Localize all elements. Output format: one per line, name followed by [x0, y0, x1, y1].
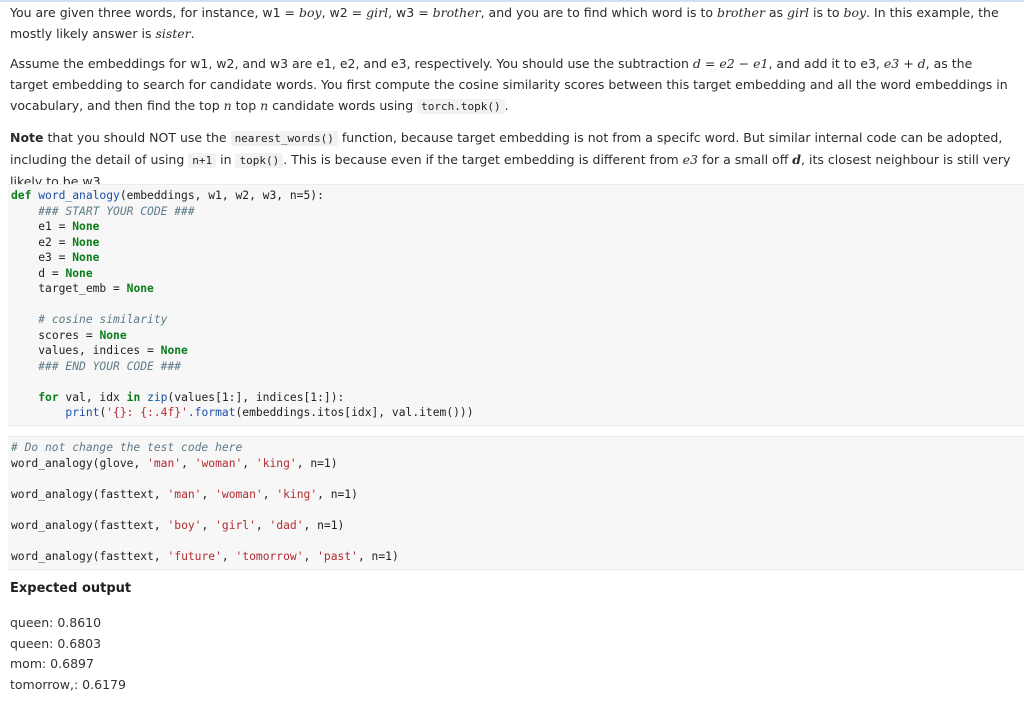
p1-text-6: is to	[809, 5, 844, 20]
p2-math-n-2: n	[260, 98, 269, 113]
expected-line: mom: 0.6897	[10, 656, 94, 671]
p2-text-1: Assume the embeddings for w1, w2, and w3…	[10, 56, 693, 71]
p3-code-n1: n+1	[188, 153, 217, 168]
expected-line: tomorrow,: 0.6179	[10, 677, 126, 692]
expected-output-heading: Expected output	[10, 581, 132, 596]
p2-math-d: d = e2 − e1	[692, 56, 769, 71]
method-paragraph: Assume the embeddings for w1, w2, and w3…	[10, 53, 1014, 117]
note-label: Note	[10, 130, 44, 145]
p2-code-topk: torch.topk()	[417, 99, 505, 114]
expected-line: queen: 0.8610	[10, 615, 102, 630]
p3-text-1: that you should NOT use the	[43, 130, 231, 145]
p1-text-5: as	[764, 5, 788, 20]
p3-text-4: . This is because even if the target emb…	[283, 152, 683, 167]
p1-text-3: , w3 =	[388, 5, 433, 20]
p1-text-8: .	[190, 26, 195, 41]
p1-text-1: You are given three words, for instance,…	[10, 5, 299, 20]
p2-text-4: top	[231, 98, 261, 113]
code-cell-word-analogy[interactable]: def word_analogy(embeddings, w1, w2, w3,…	[8, 184, 1024, 426]
p1-brother: brother	[432, 5, 481, 20]
note-paragraph: Note that you should NOT use the nearest…	[10, 127, 1014, 192]
p1-brother-2: brother	[716, 5, 765, 20]
p3-math-d: d	[792, 152, 802, 167]
code-editor-2[interactable]: # Do not change the test code here word_…	[8, 437, 1024, 564]
p2-text-5: candidate words using	[268, 98, 418, 113]
p3-math-e3: e3	[682, 152, 699, 167]
p2-text-6: .	[504, 98, 509, 113]
p1-text-2: , w2 =	[321, 5, 367, 20]
p2-text-2: , and add it to e3,	[768, 56, 884, 71]
code-cell-tests[interactable]: # Do not change the test code here word_…	[8, 436, 1024, 570]
p3-code-topk: topk()	[235, 153, 284, 168]
p1-girl-2: girl	[787, 5, 810, 20]
p1-boy-2: boy	[843, 5, 867, 20]
p3-code-nearest: nearest_words()	[230, 131, 338, 146]
p2-math-n: n	[223, 98, 232, 113]
p3-text-3: in	[216, 152, 236, 167]
p1-girl: girl	[366, 5, 389, 20]
p1-boy: boy	[298, 5, 322, 20]
code-editor-1[interactable]: def word_analogy(embeddings, w1, w2, w3,…	[8, 185, 1024, 421]
p1-text-4: , and you are to find which word is to	[480, 5, 717, 20]
expected-line: queen: 0.6803	[10, 636, 102, 651]
intro-paragraph: You are given three words, for instance,…	[10, 2, 1014, 44]
p1-sister: sister	[155, 26, 191, 41]
p3-text-5: for a small off	[698, 152, 793, 167]
p2-math-target: e3 + d	[883, 56, 926, 71]
